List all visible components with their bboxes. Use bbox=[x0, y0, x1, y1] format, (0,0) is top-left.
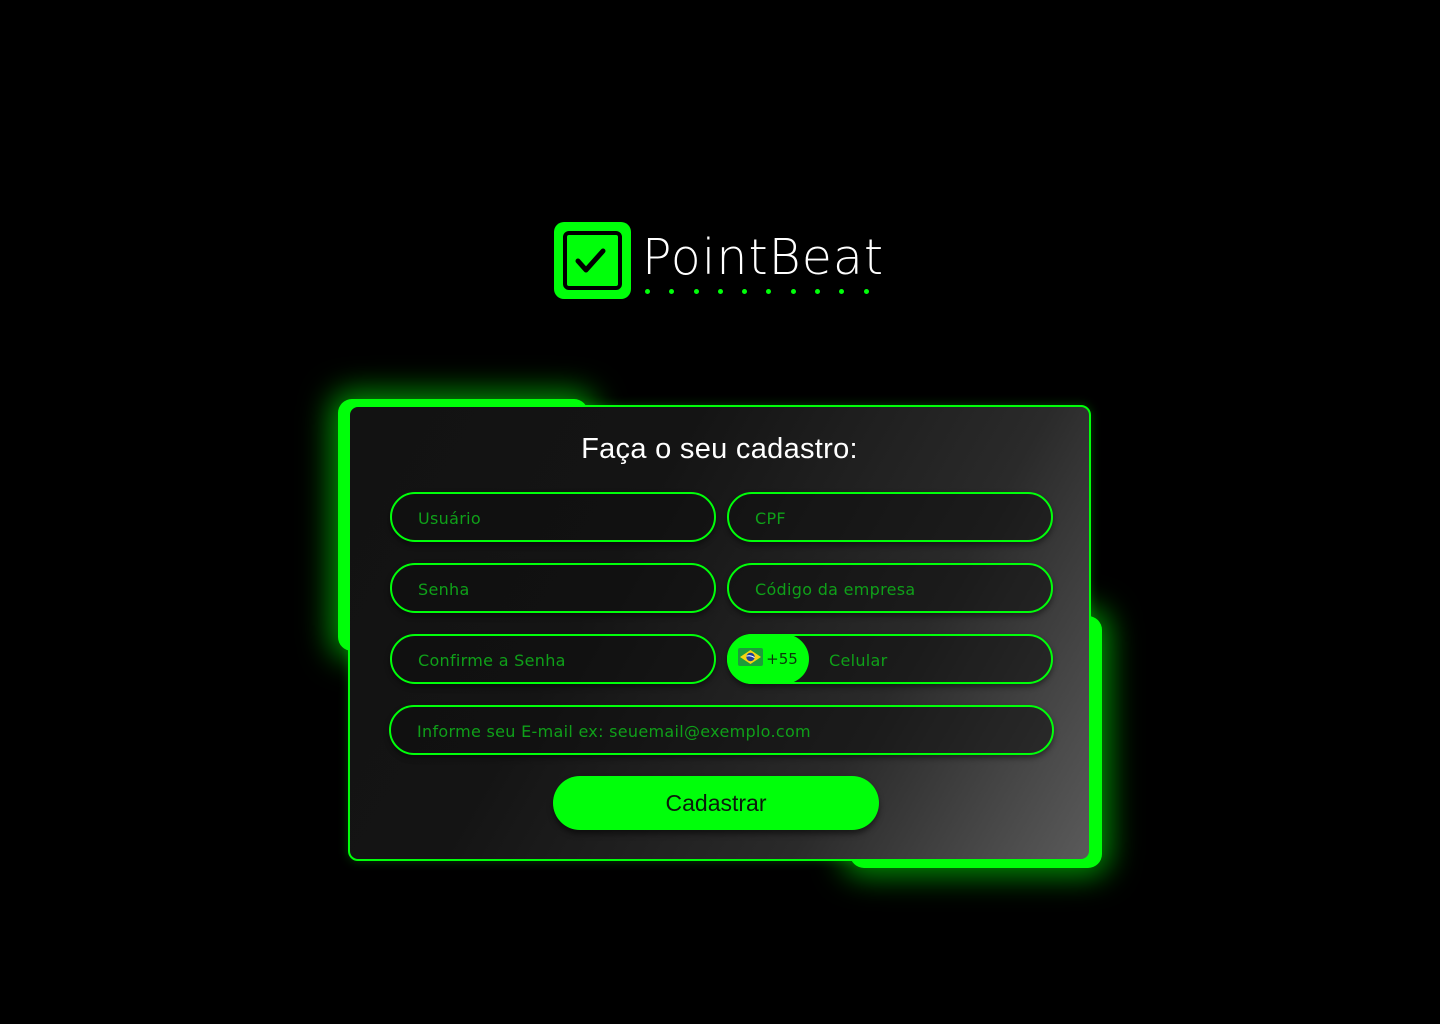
phone-field: +55 bbox=[727, 634, 1053, 684]
signup-page: PointBeat Faça o seu cadastro: Usuário C… bbox=[0, 0, 1440, 1024]
confirm-password-input[interactable] bbox=[416, 636, 702, 684]
cpf-field bbox=[727, 492, 1053, 542]
brand-dots-decoration bbox=[645, 289, 869, 294]
company-code-field bbox=[727, 563, 1053, 613]
country-code-selector[interactable]: +55 bbox=[727, 634, 809, 684]
form-title: Faça o seu cadastro: bbox=[581, 433, 858, 465]
checkbox-check-icon bbox=[554, 222, 631, 299]
signup-submit-button[interactable]: Cadastrar bbox=[553, 776, 879, 830]
email-input[interactable] bbox=[415, 707, 1040, 755]
cpf-input[interactable] bbox=[753, 494, 1039, 542]
brand-logo: PointBeat bbox=[554, 222, 894, 302]
phone-input[interactable] bbox=[827, 636, 1041, 684]
email-field bbox=[389, 705, 1054, 755]
brazil-flag-icon bbox=[738, 648, 764, 670]
password-input[interactable] bbox=[416, 565, 702, 613]
username-field bbox=[390, 492, 716, 542]
signup-form-card: Faça o seu cadastro: Usuário CPF Código … bbox=[348, 405, 1091, 861]
company-code-input[interactable] bbox=[753, 565, 1039, 613]
brand-name: PointBeat bbox=[642, 229, 885, 286]
country-code-label: +55 bbox=[766, 650, 798, 668]
username-input[interactable] bbox=[416, 494, 702, 542]
confirm-password-field bbox=[390, 634, 716, 684]
password-field bbox=[390, 563, 716, 613]
